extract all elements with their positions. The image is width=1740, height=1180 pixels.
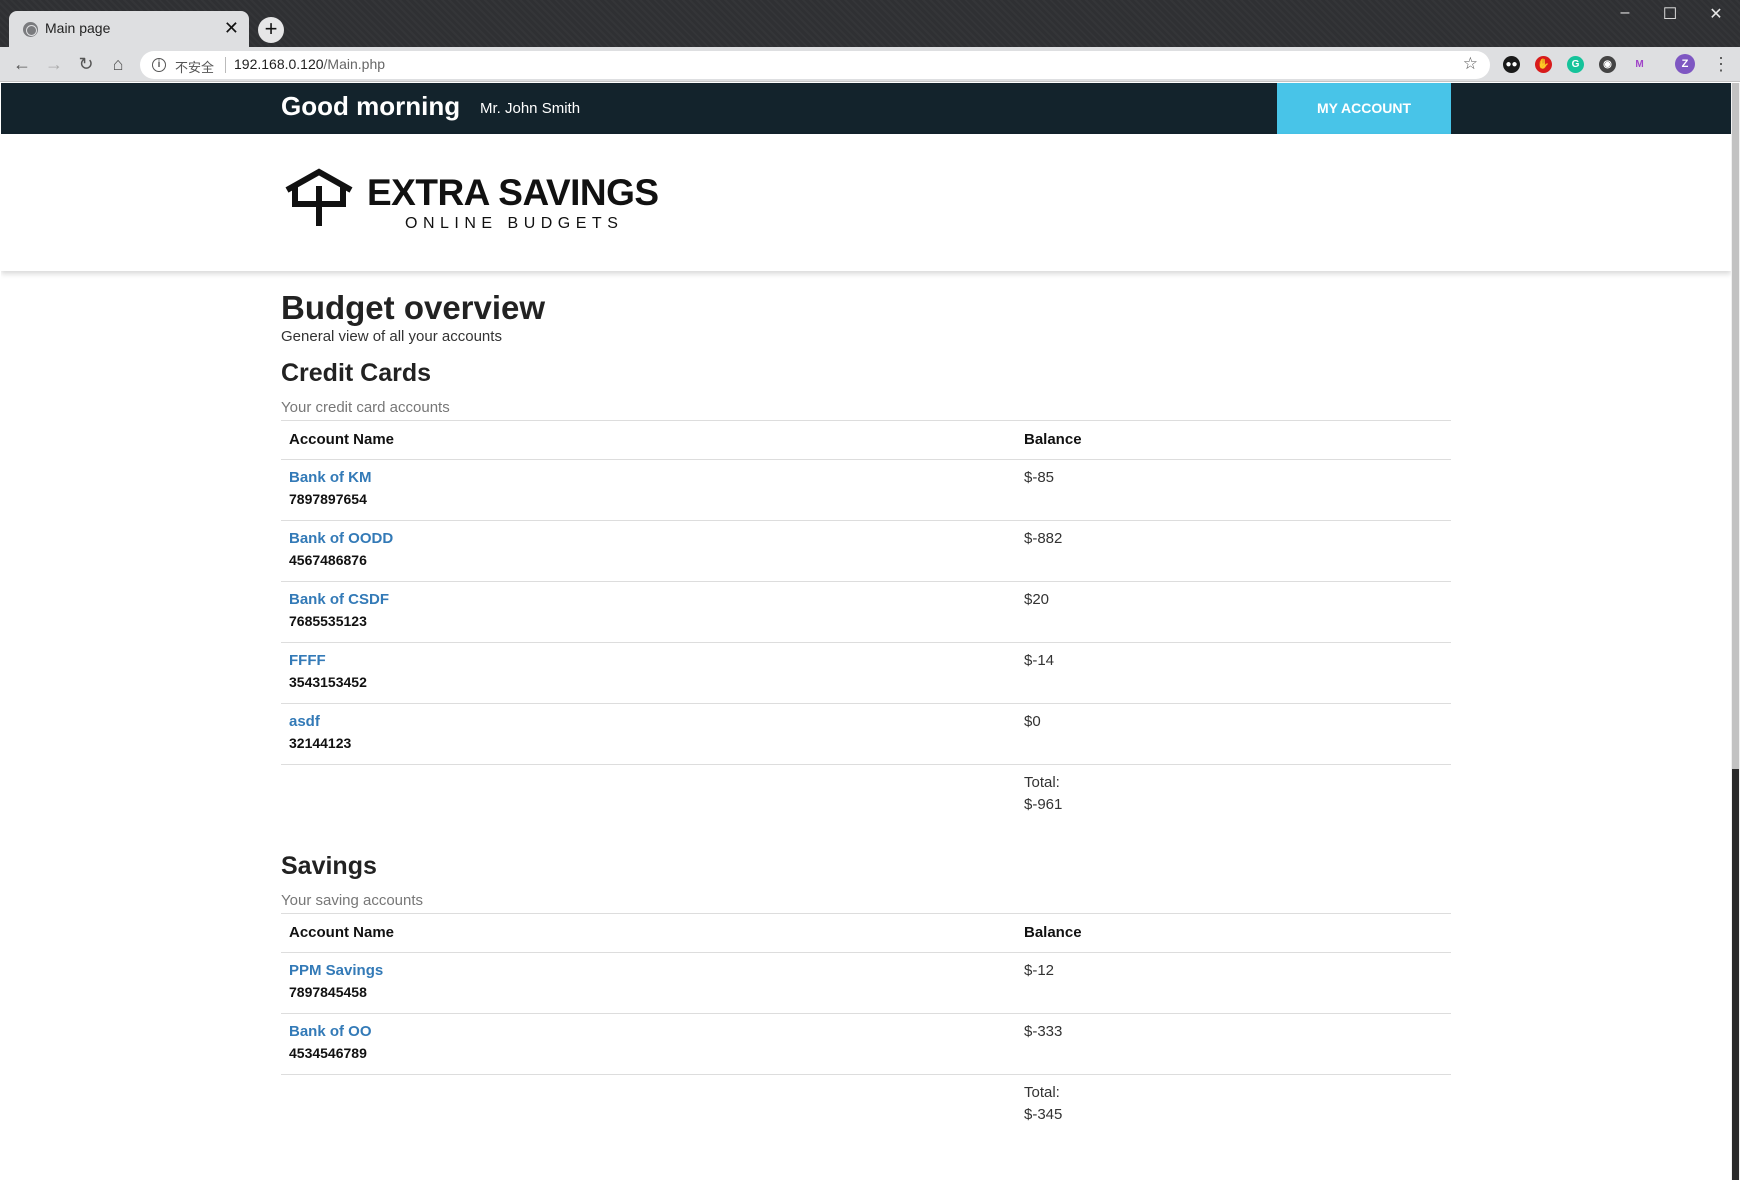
- column-header-account-name: Account Name: [289, 431, 395, 448]
- account-balance: $-85: [1024, 469, 1055, 486]
- my-account-button[interactable]: MY ACCOUNT: [1277, 83, 1451, 134]
- account-balance: $-882: [1024, 530, 1063, 547]
- table-row: PPM Savings 7897845458 $-12: [281, 953, 1451, 1014]
- account-number: 3543153452: [289, 674, 367, 690]
- account-balance: $-14: [1024, 652, 1055, 669]
- incognito-icon[interactable]: ◉: [1599, 56, 1616, 73]
- back-arrow-icon[interactable]: ←: [10, 53, 34, 77]
- account-balance: $-333: [1024, 1023, 1063, 1040]
- reload-icon[interactable]: ↻: [74, 53, 98, 77]
- total-value: $-961: [1024, 796, 1063, 813]
- total-row: Total: $-345: [281, 1075, 1451, 1139]
- logo-subtitle: ONLINE BUDGETS: [405, 215, 624, 232]
- home-icon[interactable]: ⌂: [106, 53, 130, 77]
- column-header-balance: Balance: [1024, 431, 1082, 448]
- close-window-button[interactable]: ✕: [1696, 4, 1736, 24]
- greeting-text: Good morning: [281, 91, 461, 121]
- account-link[interactable]: asdf: [289, 713, 320, 730]
- user-name: Mr. John Smith: [480, 100, 581, 117]
- account-number: 7685535123: [289, 613, 367, 629]
- section-subtitle: Your credit card accounts: [281, 399, 450, 416]
- close-tab-icon[interactable]: ✕: [224, 17, 239, 39]
- grammarly-icon[interactable]: G: [1567, 56, 1584, 73]
- url-host: 192.168.0.120: [234, 56, 324, 72]
- scrollbar-thumb[interactable]: [1732, 83, 1739, 769]
- table-row: Bank of KM 7897897654 $-85: [281, 460, 1451, 521]
- table-header: Account Name Balance: [281, 421, 1451, 460]
- total-label: Total:: [1024, 1084, 1060, 1101]
- house-logo-icon: [285, 168, 353, 226]
- total-label: Total:: [1024, 774, 1060, 791]
- security-status: 不安全: [175, 61, 215, 76]
- browser-tab[interactable]: Main page ✕: [9, 11, 249, 47]
- table-row: Bank of CSDF 7685535123 $20: [281, 582, 1451, 643]
- browser-titlebar: Main page ✕ + – ☐ ✕: [0, 0, 1740, 47]
- column-header-account-name: Account Name: [289, 924, 395, 941]
- table-row: FFFF 3543153452 $-14: [281, 643, 1451, 704]
- scrollbar-track: [1732, 769, 1739, 1180]
- new-tab-button[interactable]: +: [258, 17, 284, 43]
- account-balance: $20: [1024, 591, 1050, 608]
- tab-title: Main page: [45, 20, 111, 36]
- minimize-button[interactable]: –: [1605, 4, 1645, 22]
- forward-arrow-icon[interactable]: →: [42, 53, 66, 77]
- account-number: 32144123: [289, 735, 352, 751]
- logo-header: EXTRA SAVINGS ONLINE BUDGETS: [1, 134, 1731, 271]
- account-link[interactable]: FFFF: [289, 652, 326, 669]
- account-balance: $0: [1024, 713, 1041, 730]
- page-viewport: Good morning Mr. John Smith MY ACCOUNT E…: [1, 83, 1731, 1180]
- section-subtitle: Your saving accounts: [281, 892, 424, 909]
- account-number: 7897897654: [289, 491, 367, 507]
- account-link[interactable]: Bank of KM: [289, 469, 372, 486]
- section-title: Credit Cards: [281, 359, 432, 387]
- table-row: asdf 32144123 $0: [281, 704, 1451, 765]
- account-link[interactable]: Bank of OO: [289, 1023, 372, 1040]
- account-balance: $-12: [1024, 962, 1055, 979]
- tampermonkey-icon[interactable]: ●●: [1503, 56, 1520, 73]
- page-subtitle: General view of all your accounts: [281, 328, 502, 345]
- page-scrollbar[interactable]: [1731, 83, 1740, 1180]
- url-path: /Main.php: [323, 56, 386, 72]
- total-value: $-345: [1024, 1106, 1063, 1123]
- info-icon[interactable]: i: [152, 58, 166, 72]
- site-topbar: Good morning Mr. John Smith MY ACCOUNT: [1, 83, 1731, 134]
- total-row: Total: $-961: [281, 765, 1451, 829]
- column-header-balance: Balance: [1024, 924, 1082, 941]
- bookmark-star-icon[interactable]: ☆: [1463, 54, 1478, 74]
- browser-menu-icon[interactable]: ⋮: [1712, 54, 1730, 75]
- logo-title: EXTRA SAVINGS: [367, 172, 659, 213]
- account-link[interactable]: Bank of OODD: [289, 530, 393, 547]
- account-number: 7897845458: [289, 984, 367, 1000]
- table-row: Bank of OO 4534546789 $-333: [281, 1014, 1451, 1075]
- url-text[interactable]: 192.168.0.120/Main.php: [234, 56, 385, 72]
- adblock-icon[interactable]: ✋: [1535, 56, 1552, 73]
- extension-icon[interactable]: M: [1631, 56, 1648, 73]
- account-number: 4567486876: [289, 552, 367, 568]
- maximize-button[interactable]: ☐: [1650, 4, 1690, 24]
- section-title: Savings: [281, 852, 377, 880]
- savings-table: Account Name Balance PPM Savings 7897845…: [281, 913, 1451, 1139]
- profile-avatar[interactable]: Z: [1675, 54, 1695, 74]
- globe-icon: [23, 22, 38, 37]
- address-bar[interactable]: i 不安全 192.168.0.120/Main.php ☆: [140, 51, 1490, 79]
- address-separator: [225, 57, 226, 73]
- account-number: 4534546789: [289, 1045, 367, 1061]
- account-link[interactable]: PPM Savings: [289, 962, 383, 979]
- account-link[interactable]: Bank of CSDF: [289, 591, 389, 608]
- table-header: Account Name Balance: [281, 914, 1451, 953]
- credit-cards-table: Account Name Balance Bank of KM 78978976…: [281, 420, 1451, 829]
- browser-toolbar: ← → ↻ ⌂ i 不安全 192.168.0.120/Main.php ☆ ●…: [0, 47, 1740, 82]
- page-title: Budget overview: [281, 289, 546, 326]
- table-row: Bank of OODD 4567486876 $-882: [281, 521, 1451, 582]
